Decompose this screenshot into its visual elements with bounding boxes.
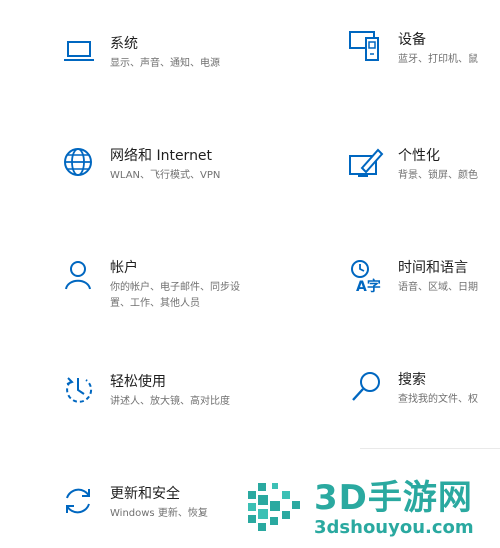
- settings-tile-personalization[interactable]: 个性化 背景、锁屏、颜色: [348, 146, 478, 184]
- tile-description: 你的帐户、电子邮件、同步设: [110, 282, 240, 293]
- ease-of-access-icon: [60, 372, 100, 408]
- sync-icon: [60, 484, 100, 520]
- tile-title: 轻松使用: [110, 374, 166, 390]
- devices-icon: [348, 30, 388, 66]
- tile-title: 搜索: [398, 372, 426, 388]
- globe-icon: [60, 146, 100, 182]
- paint-brush-icon: [348, 146, 388, 182]
- tile-description: 讲述人、放大镜、高对比度: [110, 396, 230, 407]
- tile-description: Windows 更新、恢复: [110, 508, 208, 519]
- divider: [360, 448, 500, 449]
- settings-tile-ease-of-access[interactable]: 轻松使用 讲述人、放大镜、高对比度: [60, 372, 230, 410]
- watermark-url: 3dshouyou.com: [314, 517, 474, 538]
- settings-tile-devices[interactable]: 设备 蓝牙、打印机、鼠: [348, 30, 478, 68]
- tile-description-line2: 置、工作、其他人员: [110, 298, 200, 309]
- laptop-icon: [60, 34, 100, 70]
- tile-description: 查找我的文件、权: [398, 394, 478, 405]
- tile-description: WLAN、飞行模式、VPN: [110, 170, 221, 181]
- search-icon: [348, 370, 388, 406]
- tile-title: 网络和 Internet: [110, 148, 213, 164]
- watermark-title: 3D手游网: [314, 478, 473, 518]
- tile-description: 蓝牙、打印机、鼠: [398, 54, 478, 65]
- settings-tile-network[interactable]: 网络和 Internet WLAN、飞行模式、VPN: [60, 146, 220, 184]
- tile-title: 时间和语言: [398, 260, 468, 276]
- watermark-logo-icon: [244, 477, 308, 541]
- tile-title: 个性化: [398, 148, 440, 164]
- settings-tile-update-security[interactable]: 更新和安全 Windows 更新、恢复: [60, 484, 208, 522]
- tile-title: 帐户: [110, 260, 138, 276]
- time-language-icon: A字: [348, 258, 388, 294]
- watermark: 3D手游网 3dshouyou.com: [244, 470, 500, 548]
- tile-description: 显示、声音、通知、电源: [110, 58, 220, 69]
- settings-tile-time-language[interactable]: A字 时间和语言 语音、区域、日期: [348, 258, 478, 296]
- tile-description: 背景、锁屏、颜色: [398, 170, 478, 181]
- svg-text:A字: A字: [356, 278, 381, 294]
- settings-tile-search[interactable]: 搜索 查找我的文件、权: [348, 370, 478, 408]
- tile-description: 语音、区域、日期: [398, 282, 478, 293]
- tile-title: 设备: [398, 32, 426, 48]
- settings-tile-accounts[interactable]: 帐户 你的帐户、电子邮件、同步设 置、工作、其他人员: [60, 258, 240, 312]
- person-icon: [60, 258, 100, 294]
- settings-tile-system[interactable]: 系统 显示、声音、通知、电源: [60, 34, 220, 72]
- tile-title: 系统: [110, 36, 138, 52]
- tile-title: 更新和安全: [110, 486, 180, 502]
